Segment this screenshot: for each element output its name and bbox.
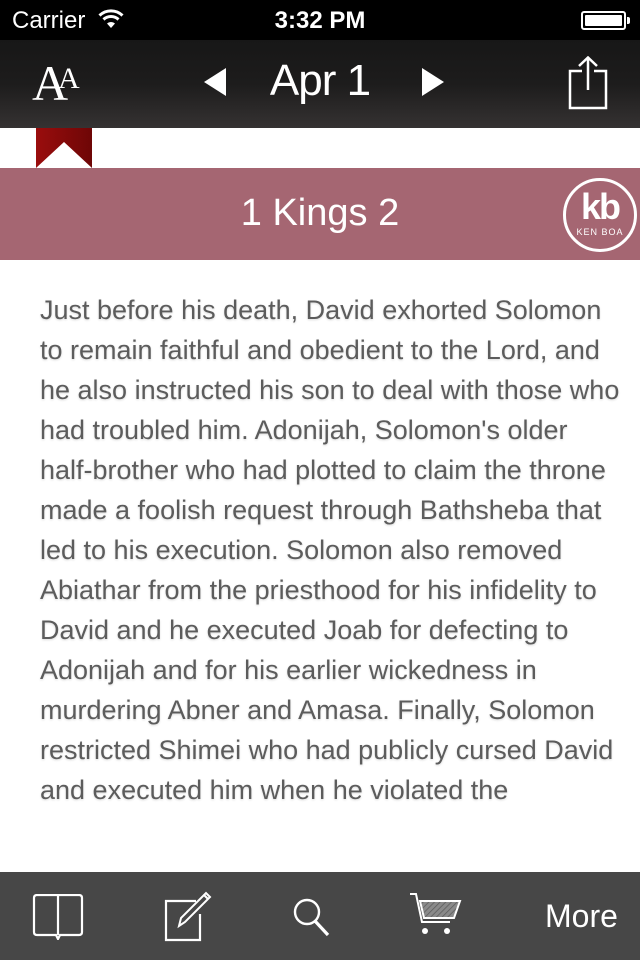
logo-mark: kb [580, 186, 621, 227]
tab-bar: More [0, 872, 640, 960]
shopping-cart-icon [410, 893, 462, 934]
font-size-icon-small: A [58, 62, 80, 95]
chapter-title: 1 Kings 2 [240, 192, 400, 234]
tab-notes[interactable] [146, 872, 256, 960]
font-size-button[interactable]: A A [28, 54, 98, 114]
tab-search[interactable] [258, 872, 368, 960]
date-title: Apr 1 [269, 56, 371, 105]
battery-tip [627, 17, 630, 24]
open-book-icon [32, 894, 84, 940]
nav-bar: A A Apr 1 [0, 40, 640, 128]
share-icon[interactable] [568, 56, 608, 110]
logo-name: KEN BOA [576, 227, 624, 237]
chapter-heading-band: 1 Kings 2 kb KEN BOA [0, 168, 640, 260]
compose-icon [164, 891, 212, 942]
battery-icon [581, 11, 626, 30]
next-day-button[interactable] [422, 68, 444, 96]
search-icon [293, 898, 330, 937]
bookmark-ribbon-icon[interactable] [36, 128, 92, 168]
tab-more-label[interactable]: More [545, 898, 618, 935]
chapter-summary: Just before his death, David exhorted So… [40, 295, 620, 805]
content-scroll-area[interactable]: Just before his death, David exhorted So… [0, 260, 640, 872]
ken-boa-logo: kb KEN BOA [563, 178, 637, 252]
status-time: 3:32 PM [274, 7, 366, 34]
status-bar: Carrier 3:32 PM [0, 0, 640, 40]
previous-day-button[interactable] [204, 68, 226, 96]
tab-read[interactable] [16, 872, 126, 960]
bookmark-area [0, 128, 640, 168]
tab-store[interactable] [392, 872, 502, 960]
